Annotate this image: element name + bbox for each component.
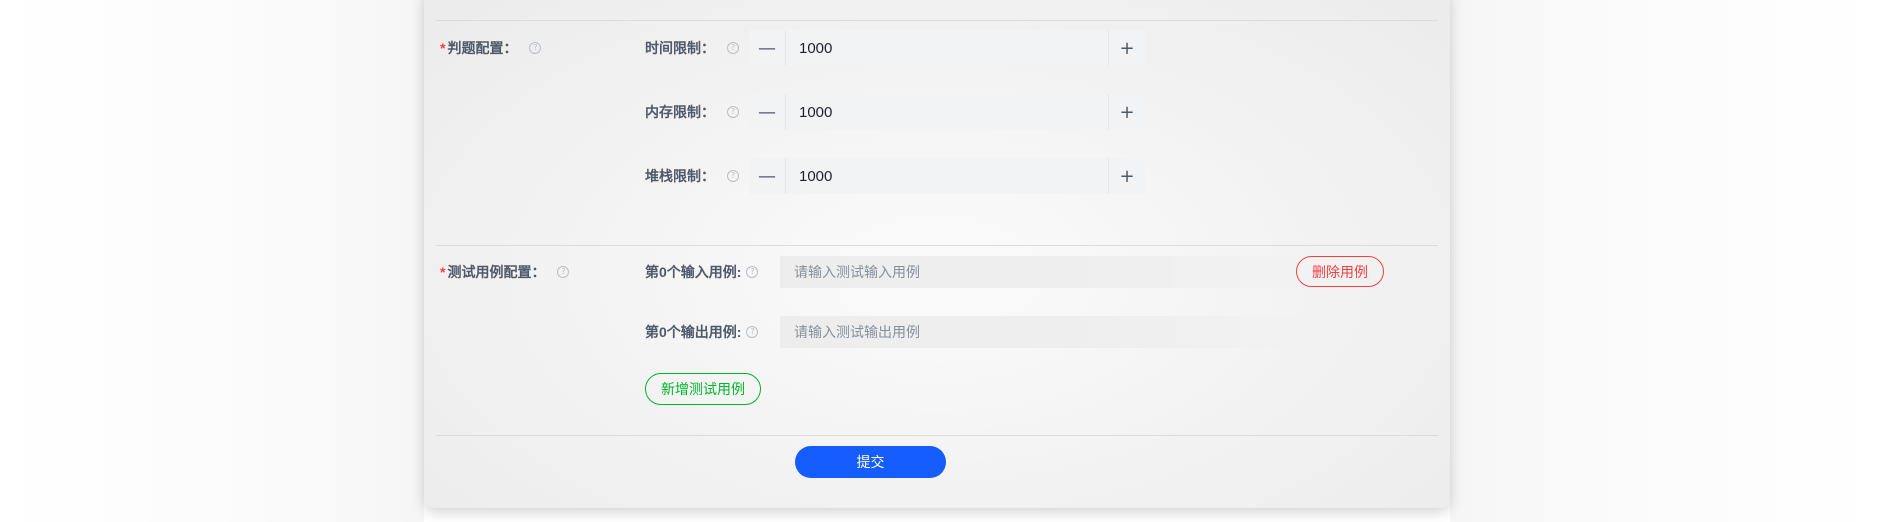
test-output-label: 第0个输出用例: ? (645, 322, 759, 342)
help-icon[interactable]: ? (727, 106, 739, 118)
help-icon[interactable]: ? (727, 170, 739, 182)
test-input-field[interactable] (780, 256, 1326, 288)
page-background-left (0, 0, 424, 522)
page-background-right (1450, 0, 1881, 522)
memory-limit-label-text: 内存限制： (645, 104, 715, 120)
add-test-case-button[interactable]: 新增测试用例 (645, 373, 761, 405)
memory-limit-stepper: — + (749, 94, 1145, 130)
delete-test-case-button[interactable]: 删除用例 (1296, 256, 1384, 287)
time-limit-label-text: 时间限制： (645, 40, 715, 56)
increment-button[interactable]: + (1108, 158, 1145, 194)
stack-limit-stepper: — + (749, 158, 1145, 194)
stack-limit-input[interactable] (786, 158, 1108, 194)
test-case-config-label-text: 测试用例配置： (447, 264, 546, 280)
divider (436, 245, 1438, 246)
time-limit-label: 时间限制： ? (645, 38, 739, 58)
stack-limit-label-text: 堆栈限制： (645, 168, 715, 184)
decrement-button[interactable]: — (749, 158, 786, 194)
submit-button[interactable]: 提交 (795, 446, 946, 478)
time-limit-input[interactable] (786, 30, 1108, 66)
time-limit-stepper: — + (749, 30, 1145, 66)
decrement-button[interactable]: — (749, 94, 786, 130)
memory-limit-label: 内存限制： ? (645, 102, 739, 122)
required-mark: * (440, 40, 446, 56)
help-icon[interactable]: ? (557, 266, 570, 278)
test-output-field[interactable] (780, 316, 1326, 348)
test-input-label: 第0个输入用例: ? (645, 262, 759, 282)
test-input-label-text: 第0个输入用例: (645, 264, 742, 280)
increment-button[interactable]: + (1108, 30, 1145, 66)
divider (436, 435, 1438, 436)
form-card (424, 0, 1450, 508)
decrement-button[interactable]: — (749, 30, 786, 66)
help-icon[interactable]: ? (746, 266, 759, 278)
help-icon[interactable]: ? (529, 42, 542, 54)
help-icon[interactable]: ? (746, 326, 759, 338)
test-output-label-text: 第0个输出用例: (645, 324, 742, 340)
judge-config-label: * 判题配置： ? (440, 38, 542, 58)
test-case-config-label: * 测试用例配置： ? (440, 262, 570, 282)
required-mark: * (440, 264, 446, 280)
stack-limit-label: 堆栈限制： ? (645, 166, 739, 186)
help-icon[interactable]: ? (727, 42, 739, 54)
increment-button[interactable]: + (1108, 94, 1145, 130)
memory-limit-input[interactable] (786, 94, 1108, 130)
divider (436, 20, 1438, 21)
judge-config-label-text: 判题配置： (447, 40, 518, 56)
